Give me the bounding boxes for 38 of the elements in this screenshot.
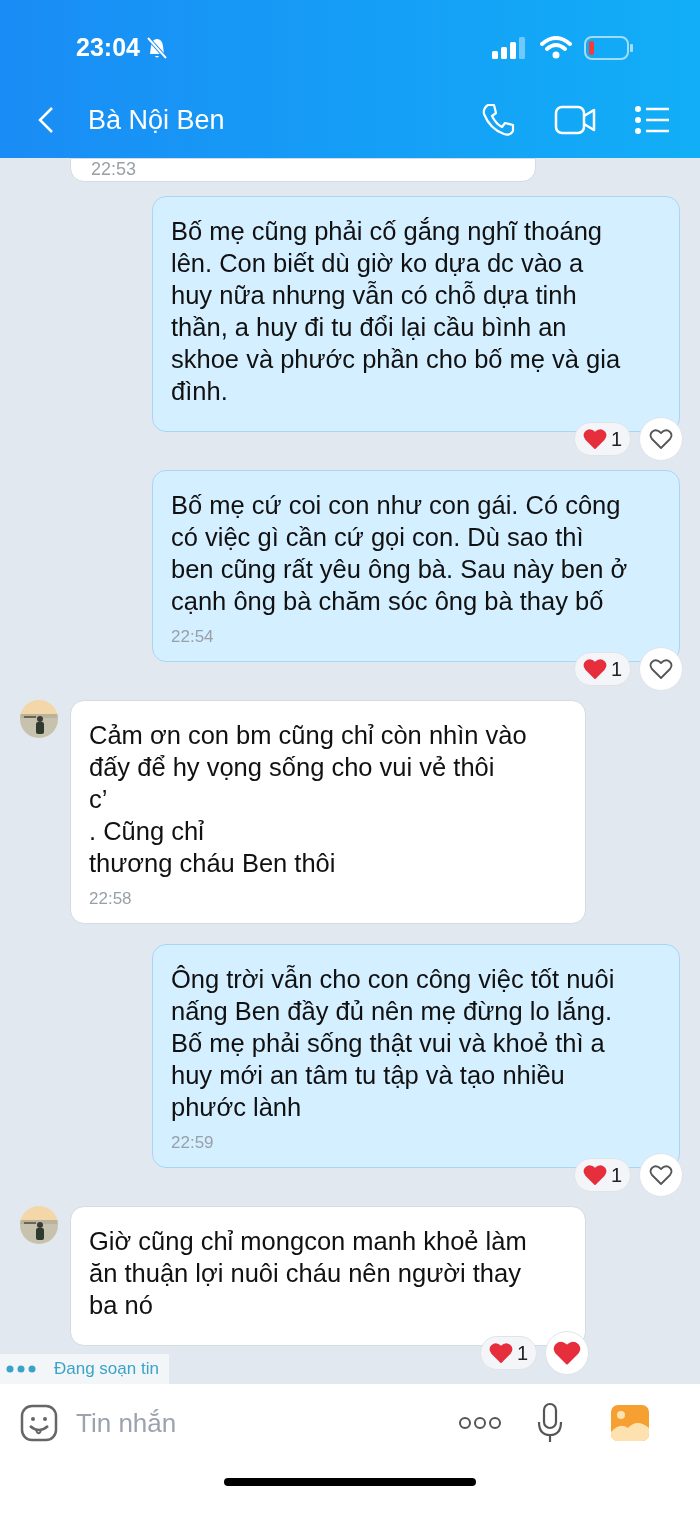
- react-button[interactable]: [639, 417, 683, 461]
- menu-button[interactable]: [634, 105, 670, 135]
- message-input[interactable]: Tin nhắn: [76, 1403, 456, 1443]
- heart-icon: [582, 657, 607, 681]
- typing-indicator: Đang soạn tin: [0, 1354, 169, 1384]
- microphone-icon[interactable]: [536, 1402, 564, 1444]
- message-time: 22:58: [89, 889, 133, 909]
- message-time: 22:59: [171, 1133, 215, 1153]
- clock-time: 23:04: [76, 31, 140, 63]
- message-text: Cảm ơn con bm cũng chỉ còn nhìn vào đấy để hy vọng sống cho vui vẻ thôi c’ . Cũng chỉ thương cháu Ben thôi: [89, 720, 528, 879]
- message-text: Bố mẹ cũng phải cố gắng nghĩ thoáng lên. Con biết dù giờ ko dựa dc vào a huy nữa nhưng vẫn có chỗ dựa tinh thần, a huy đi tu đổi lại cầu bình an skhoe và phước phần cho bố mẹ và gia đình.: [171, 216, 622, 407]
- reaction-count[interactable]: 1: [573, 422, 631, 456]
- sticker-icon[interactable]: [20, 1404, 58, 1442]
- message-text: Ông trời vẫn cho con công việc tốt nuôi nấng Ben đầy đủ nên mẹ đừng lo lắng. Bố mẹ phải sống thật vui và khoẻ thì a huy mới an tâm tu tập và tạo nhiều phước lành: [171, 964, 616, 1123]
- battery-icon: [584, 34, 634, 61]
- heart-icon: [582, 427, 607, 451]
- heart-icon: [649, 657, 673, 681]
- heart-icon: [582, 1163, 607, 1187]
- contact-name: Bà Nội Ben: [88, 103, 225, 137]
- message-time: 22:53: [91, 159, 138, 179]
- message-time: 22:54: [171, 627, 215, 647]
- wifi-icon: [540, 35, 572, 60]
- video-call-button[interactable]: [554, 104, 596, 136]
- heart-icon: [649, 427, 673, 451]
- react-button[interactable]: [639, 1153, 683, 1197]
- message-text: Bố mẹ cứ coi con như con gái. Có công có việc gì cần cứ gọi con. Dù sao thì ben cũng rất yêu ông bà. Sau này ben ở cạnh ông bà chăm sóc ông bà thay bố: [171, 490, 629, 617]
- signal-icon: [492, 35, 528, 60]
- more-icon[interactable]: [458, 1416, 502, 1430]
- message-text: Giờ cũng chỉ mongcon manh khoẻ làm ăn thuận lợi nuôi cháu nên người thay ba nó: [89, 1226, 528, 1321]
- heart-icon: [649, 1163, 673, 1187]
- phone-call-button[interactable]: [480, 102, 516, 138]
- heart-icon: [553, 1339, 581, 1367]
- heart-icon: [488, 1341, 513, 1365]
- reaction-count[interactable]: 1: [573, 652, 631, 686]
- react-button[interactable]: [639, 647, 683, 691]
- reaction-count[interactable]: 1: [573, 1158, 631, 1192]
- react-button[interactable]: [545, 1331, 589, 1375]
- reaction-count[interactable]: 1: [479, 1336, 537, 1370]
